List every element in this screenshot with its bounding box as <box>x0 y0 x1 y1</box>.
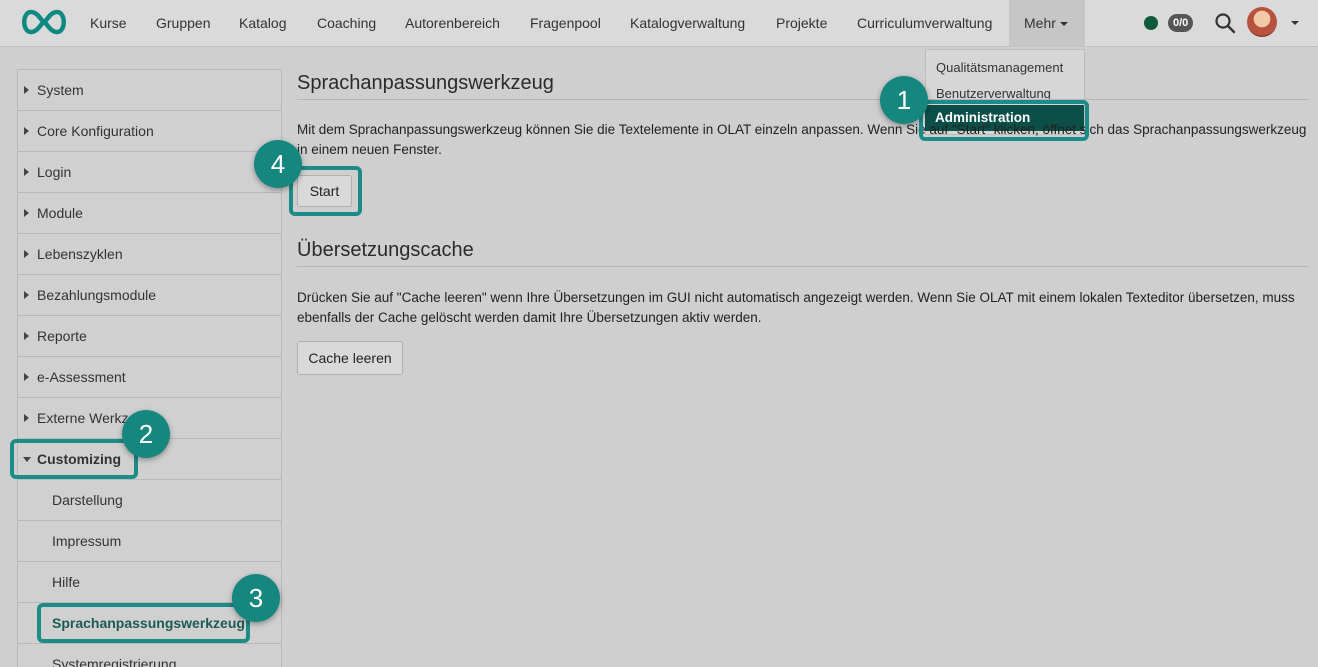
nav-autorenbereich[interactable]: Autorenbereich <box>390 0 515 46</box>
sidebar-item-label: e-Assessment <box>37 369 126 385</box>
nav-mehr-label: Mehr <box>1024 15 1056 31</box>
callout-number-1: 1 <box>880 76 928 124</box>
sidebar-item-label: Impressum <box>52 533 122 549</box>
menu-item-qualitaetsmanagement[interactable]: Qualitätsmanagement <box>936 60 1063 75</box>
sidebar-subitem-systemregistrierung[interactable]: Systemregistrierung <box>18 644 281 667</box>
caret-right-icon <box>24 168 29 176</box>
sidebar-item-reporte[interactable]: Reporte <box>18 316 281 357</box>
sidebar-item-label: Core Konfiguration <box>37 123 154 139</box>
sidebar-item-core-konfiguration[interactable]: Core Konfiguration <box>18 111 281 152</box>
nav-fragenpool[interactable]: Fragenpool <box>515 0 616 46</box>
nav-gruppen[interactable]: Gruppen <box>141 0 225 46</box>
sidebar-item-label: Lebenszyklen <box>37 246 123 262</box>
nav-katalogverwaltung[interactable]: Katalogverwaltung <box>615 0 760 46</box>
sidebar-item-label: Reporte <box>37 328 87 344</box>
notification-badge[interactable]: 0/0 <box>1168 14 1194 32</box>
caret-right-icon <box>24 86 29 94</box>
online-status-icon[interactable] <box>1144 16 1158 30</box>
highlight-sprachanpassungswerkzeug <box>37 603 250 643</box>
divider <box>297 266 1309 267</box>
chevron-down-icon <box>1059 22 1068 27</box>
caret-right-icon <box>24 414 29 422</box>
callout-number-4: 4 <box>254 140 302 188</box>
sidebar-item-label: Systemregistrierung <box>52 656 177 667</box>
caret-right-icon <box>24 332 29 340</box>
section-description-uebersetzungscache: Drücken Sie auf "Cache leeren" wenn Ihre… <box>297 290 1295 325</box>
sidebar-item-login[interactable]: Login <box>18 152 281 193</box>
sidebar-item-system[interactable]: System <box>18 70 281 111</box>
nav-kurse[interactable]: Kurse <box>75 0 142 46</box>
top-navigation: Kurse Gruppen Katalog Coaching Autorenbe… <box>0 0 1318 47</box>
caret-right-icon <box>24 209 29 217</box>
nav-projekte[interactable]: Projekte <box>761 0 842 46</box>
caret-right-icon <box>24 250 29 258</box>
sidebar-item-module[interactable]: Module <box>18 193 281 234</box>
caret-right-icon <box>24 291 29 299</box>
search-icon[interactable] <box>1214 12 1236 34</box>
sidebar-item-lebenszyklen[interactable]: Lebenszyklen <box>18 234 281 275</box>
avatar[interactable] <box>1247 7 1277 37</box>
nav-coaching[interactable]: Coaching <box>302 0 391 46</box>
nav-katalog[interactable]: Katalog <box>224 0 301 46</box>
openolat-logo-icon[interactable] <box>18 8 70 36</box>
sidebar-item-label: Hilfe <box>52 574 81 590</box>
highlight-administration <box>919 100 1089 141</box>
section-title-sprachanpassung: Sprachanpassungswerkzeug <box>297 72 554 94</box>
sidebar-item-bezahlungsmodule[interactable]: Bezahlungsmodule <box>18 275 281 316</box>
caret-right-icon <box>24 127 29 135</box>
sidebar-item-label: Darstellung <box>52 492 123 508</box>
sidebar-item-label: Login <box>37 164 72 180</box>
sidebar-subitem-impressum[interactable]: Impressum <box>18 521 281 562</box>
section-description-sprachanpassung: Mit dem Sprachanpassungswerkzeug können … <box>297 122 1307 157</box>
section-title-uebersetzungscache: Übersetzungscache <box>297 239 474 261</box>
highlight-customizing <box>10 439 138 479</box>
cache-leeren-button[interactable]: Cache leeren <box>297 341 403 375</box>
callout-number-2: 2 <box>122 410 170 458</box>
nav-curriculumverwaltung[interactable]: Curriculumverwaltung <box>842 0 1007 46</box>
sidebar-subitem-darstellung[interactable]: Darstellung <box>18 480 281 521</box>
chevron-down-icon[interactable] <box>1291 21 1299 25</box>
callout-number-3: 3 <box>232 574 280 622</box>
sidebar-item-label: Bezahlungsmodule <box>37 287 157 303</box>
nav-mehr[interactable]: Mehr <box>1009 0 1085 46</box>
sidebar-item-label: System <box>37 82 84 98</box>
divider <box>297 99 1309 100</box>
sidebar-item-label: Module <box>37 205 83 221</box>
sidebar-item-e-assessment[interactable]: e-Assessment <box>18 357 281 398</box>
caret-right-icon <box>24 373 29 381</box>
